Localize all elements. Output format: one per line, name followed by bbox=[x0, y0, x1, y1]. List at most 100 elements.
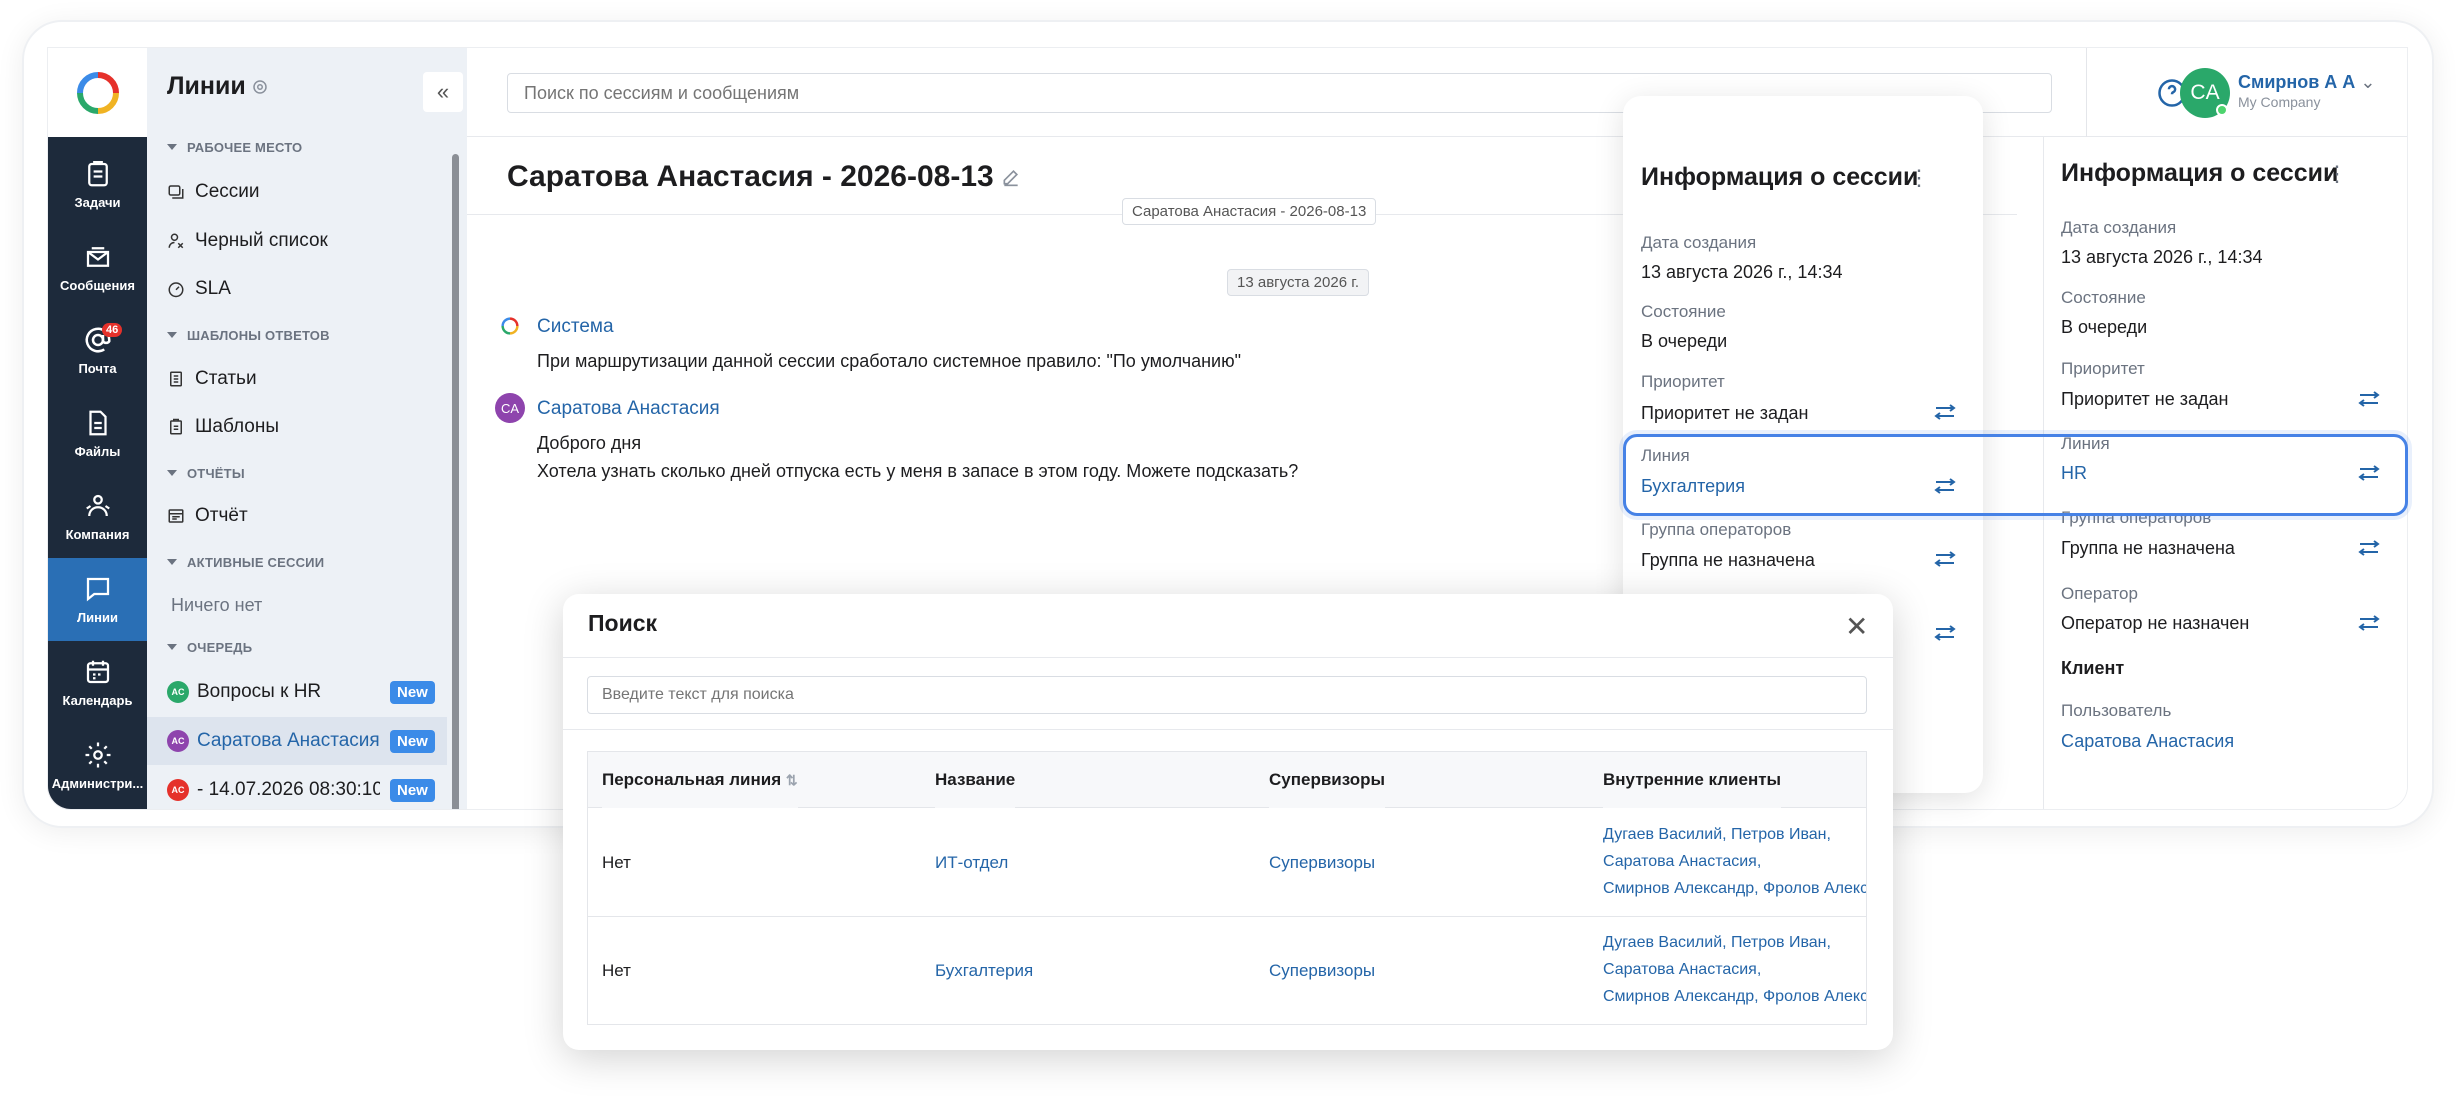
logo-icon bbox=[76, 71, 119, 114]
user-value[interactable]: Саратова Анастасия bbox=[2061, 731, 2234, 752]
message-text: Доброго дня bbox=[537, 433, 642, 453]
nav-label-sessions: Сессии bbox=[195, 181, 260, 202]
swap-icon[interactable] bbox=[1934, 551, 1956, 567]
gear-icon bbox=[85, 742, 110, 768]
queue-item[interactable]: AC - 14.07.2026 08:30:10 New bbox=[147, 766, 447, 809]
date-chip: 13 августа 2026 г. bbox=[1227, 269, 1370, 296]
cell-clients[interactable]: Саратова Анастасия, bbox=[1603, 848, 1761, 875]
cell-personal: Нет bbox=[602, 961, 631, 980]
rail-item-mail[interactable]: 46 Почта bbox=[48, 309, 147, 392]
section-reports[interactable]: ОТЧЁТЫ bbox=[167, 466, 245, 481]
rail-label-company: Компания bbox=[65, 527, 130, 542]
nav-item-sessions[interactable]: Сессии bbox=[167, 177, 260, 207]
rail-item-files[interactable]: Файлы bbox=[48, 392, 147, 475]
top-bar: CA Смирнов А А ⌄ My Company bbox=[467, 48, 2407, 137]
rail-item-tasks[interactable]: Задачи bbox=[48, 143, 147, 226]
section-templates[interactable]: ШАБЛОНЫ ОТВЕТОВ bbox=[167, 328, 330, 343]
column-header-name[interactable]: Название bbox=[935, 752, 1016, 808]
new-badge: New bbox=[390, 729, 435, 753]
cell-name-link[interactable]: ИТ-отдел bbox=[935, 853, 1008, 873]
chevron-down-icon: ⌄ bbox=[2360, 72, 2376, 92]
cell-clients[interactable]: Дугаев Василий, Петров Иван, bbox=[1603, 821, 1831, 848]
state-label: Состояние bbox=[2061, 288, 2146, 307]
user-label: Пользователь bbox=[2061, 701, 2172, 720]
nav-item-templates[interactable]: Шаблоны bbox=[167, 412, 279, 442]
section-queue[interactable]: ОЧЕРЕДЬ bbox=[167, 640, 252, 655]
edit-pencil-icon[interactable] bbox=[1001, 167, 1021, 187]
panel-title: Информация о сессии bbox=[2061, 159, 2339, 187]
rail-label-calendar: Календарь bbox=[62, 693, 133, 708]
message-author[interactable]: Саратова Анастасия bbox=[537, 398, 720, 420]
column-header-label: Персональная линия bbox=[602, 770, 782, 789]
settings-gear-icon[interactable] bbox=[251, 78, 269, 96]
swap-icon[interactable] bbox=[2358, 540, 2380, 556]
cell-clients[interactable]: Саратова Анастасия, bbox=[1603, 956, 1761, 983]
column-header-personal[interactable]: Персональная линия ⇅ bbox=[602, 752, 798, 808]
rail-item-calendar[interactable]: Календарь bbox=[48, 641, 147, 724]
cell-clients[interactable]: Дугаев Василий, Петров Иван, bbox=[1603, 929, 1831, 956]
sessions-icon bbox=[168, 185, 184, 199]
user-name[interactable]: Смирнов А А ⌄ bbox=[2238, 72, 2375, 93]
swap-icon[interactable] bbox=[2358, 615, 2380, 631]
state-label: Состояние bbox=[1641, 302, 1726, 321]
rail-item-messages[interactable]: Сообщения bbox=[48, 226, 147, 309]
kebab-menu-icon[interactable]: ⋮ bbox=[2326, 163, 2348, 185]
queue-avatar: AC bbox=[167, 681, 189, 703]
new-badge: New bbox=[390, 680, 435, 704]
nav-item-blacklist[interactable]: Черный список bbox=[167, 226, 328, 256]
group-label: Группа операторов bbox=[1641, 520, 1792, 539]
rail-item-admin[interactable]: Администри... bbox=[48, 724, 147, 807]
nav-scrollbar[interactable] bbox=[450, 140, 460, 809]
queue-avatar: AC bbox=[167, 730, 189, 752]
app-logo[interactable] bbox=[48, 48, 147, 137]
user-avatar[interactable]: CA bbox=[2180, 68, 2230, 118]
nav-label-templates: Шаблоны bbox=[195, 416, 280, 437]
user-block-icon bbox=[168, 233, 184, 249]
client-avatar: CA bbox=[495, 393, 525, 423]
queue-item-selected[interactable]: AC Саратова Анастасия New bbox=[147, 717, 447, 765]
cell-clients[interactable]: Смирнов Александр, Фролов Алекс bbox=[1603, 875, 1866, 902]
chat-bubble-icon bbox=[86, 577, 109, 602]
rail-label-messages: Сообщения bbox=[60, 278, 135, 293]
nav-item-articles[interactable]: Статьи bbox=[167, 364, 257, 394]
queue-item-label: Вопросы к HR bbox=[197, 681, 322, 702]
dialog-search-input[interactable] bbox=[587, 676, 1867, 714]
close-icon[interactable]: ✕ bbox=[1845, 610, 1868, 643]
rail-item-lines[interactable]: Линии bbox=[48, 558, 147, 641]
cell-supervisors-link[interactable]: Супервизоры bbox=[1269, 961, 1375, 981]
group-value: Группа не назначена bbox=[2061, 538, 2235, 558]
topbar-divider bbox=[2086, 48, 2087, 137]
calendar-icon bbox=[86, 660, 109, 684]
cell-name-link[interactable]: Бухгалтерия bbox=[935, 961, 1033, 981]
rail-item-company[interactable]: Компания bbox=[48, 475, 147, 558]
kebab-menu-icon[interactable]: ⋮ bbox=[1908, 167, 1930, 189]
active-sessions-empty: Ничего нет bbox=[171, 594, 263, 615]
section-active-sessions[interactable]: АКТИВНЫЕ СЕССИИ bbox=[167, 555, 324, 570]
swap-icon[interactable] bbox=[1934, 625, 1956, 641]
section-workspace[interactable]: РАБОЧЕЕ МЕСТО bbox=[167, 140, 302, 155]
queue-item[interactable]: AC Вопросы к HR New bbox=[147, 668, 447, 716]
rail-label-admin: Администри... bbox=[51, 776, 144, 791]
column-header-supervisors[interactable]: Супервизоры bbox=[1269, 752, 1386, 808]
collapse-nav-button[interactable]: « bbox=[423, 72, 463, 112]
priority-value: Приоритет не задан bbox=[1641, 403, 1809, 423]
message-author[interactable]: Система bbox=[537, 316, 614, 338]
lines-table: Персональная линия ⇅ Название Супервизор… bbox=[587, 751, 1867, 1025]
sort-icon[interactable]: ⇅ bbox=[786, 772, 798, 789]
column-header-clients[interactable]: Внутренние клиенты bbox=[1603, 752, 1782, 808]
nav-title: Линии bbox=[167, 72, 246, 100]
line-field-highlight bbox=[1623, 434, 2408, 516]
system-avatar bbox=[495, 311, 525, 341]
mail-badge: 46 bbox=[102, 323, 123, 337]
nav-item-report[interactable]: Отчёт bbox=[167, 501, 248, 531]
search-dialog: Поиск ✕ Персональная линия ⇅ Название Су… bbox=[563, 594, 1893, 1050]
nav-label-sla: SLA bbox=[195, 278, 231, 299]
created-value: 13 августа 2026 г., 14:34 bbox=[1641, 262, 1843, 282]
created-value: 13 августа 2026 г., 14:34 bbox=[2061, 247, 2263, 267]
cell-supervisors-link[interactable]: Супервизоры bbox=[1269, 853, 1375, 873]
nav-item-sla[interactable]: SLA bbox=[167, 274, 231, 304]
swap-icon[interactable] bbox=[1934, 404, 1956, 420]
swap-icon[interactable] bbox=[2358, 391, 2380, 407]
cell-clients[interactable]: Смирнов Александр, Фролов Алекс bbox=[1603, 983, 1866, 1010]
nav-label-report: Отчёт bbox=[195, 505, 248, 526]
